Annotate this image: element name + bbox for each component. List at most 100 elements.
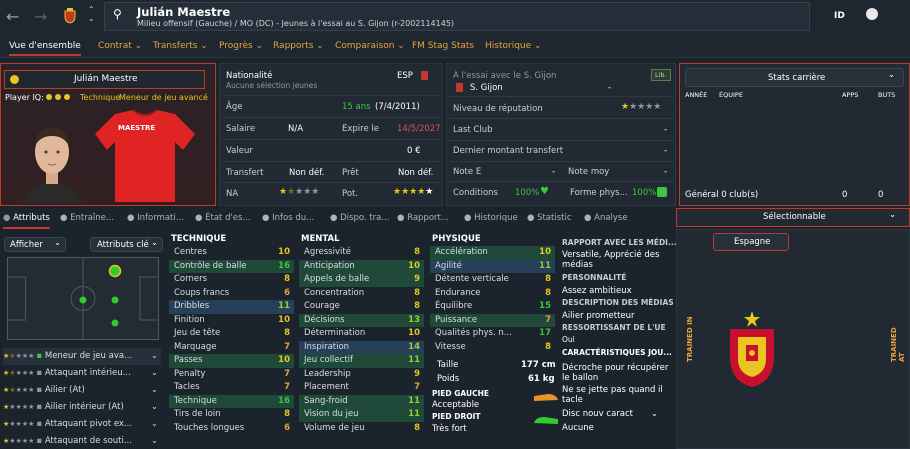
attribute-value: 13 — [408, 314, 420, 325]
roles-list: ★★★★★ ▪ Meneur de jeu ava... ⌄ ★★★★★ ▪ Atta… — [3, 348, 161, 449]
attribute-row[interactable]: Courage 8 — [299, 300, 424, 314]
attribute-name: Tacles — [174, 382, 200, 392]
attribute-row[interactable]: Anticipation 10 — [299, 259, 424, 273]
show-dropdown[interactable]: Afficher ⌄ — [4, 237, 66, 252]
attribute-row[interactable]: Volume de jeu 8 — [299, 422, 424, 436]
attribute-row[interactable]: Vision du jeu 11 — [299, 408, 424, 422]
attribute-row[interactable]: Placement 7 — [299, 381, 424, 395]
id-button[interactable]: ID — [834, 11, 845, 21]
attribute-row[interactable]: Jeu collectif 11 — [299, 354, 424, 368]
attribute-name: Placement — [304, 382, 349, 392]
attribute-value: 10 — [408, 328, 420, 338]
tab-information[interactable]: ● Informati... — [127, 213, 184, 223]
attribute-row[interactable]: Centres 10 — [169, 246, 294, 260]
list-item[interactable]: ★★★★★ ▪ Ailier intérieur (At) ⌄ — [3, 399, 161, 416]
tab-history[interactable]: ● Historique — [464, 213, 518, 223]
attribute-row[interactable]: Agressivité 8 — [299, 246, 424, 260]
attribute-row[interactable]: Inspiration 14 — [299, 340, 424, 354]
attribute-row[interactable]: Décisions 13 — [299, 313, 424, 327]
country-button[interactable]: Espagne — [713, 233, 789, 251]
salary-value: N/A — [288, 124, 304, 134]
attribute-row[interactable]: Qualités phys. n... 17 — [430, 327, 555, 341]
list-item[interactable]: ★★★★★ ▪ Ailier (At) ⌄ — [3, 382, 161, 399]
personality-value: Assez ambitieux — [562, 286, 632, 296]
right-foot-label: PIED DROIT — [432, 412, 481, 421]
attribute-row[interactable]: Appels de balle 9 — [299, 273, 424, 287]
chevron-down-icon[interactable]: ⌄ — [888, 70, 895, 80]
attribute-row[interactable]: Puissance 7 — [430, 313, 555, 327]
attribute-name: Détente verticale — [435, 274, 509, 284]
spain-crest-icon — [728, 311, 776, 387]
trait-dropdown[interactable]: Disc nouv caract ⌄ — [562, 409, 670, 419]
player-iq-label: Player IQ: — [5, 93, 44, 102]
trial-label: À l'essai avec le S. Gijon — [453, 71, 557, 81]
attribute-row[interactable]: Contrôle de balle 16 — [169, 259, 294, 273]
menu-transfers[interactable]: Transferts ⌄ — [153, 41, 208, 51]
selection-panel — [676, 229, 910, 449]
attribute-row[interactable]: Finition 10 — [169, 314, 294, 328]
career-total-label: Général 0 club(s) — [685, 190, 759, 200]
list-item[interactable]: ★★★★★ ▪ Attaquant intérieu... ⌄ — [3, 365, 161, 382]
list-item[interactable]: ★★★★★ ▪ Attaquant pivot ex... ⌄ — [3, 416, 161, 433]
list-item[interactable]: ★★★★★ ▪ Attaquant de souti... ⌄ — [3, 433, 161, 449]
menu-history[interactable]: Historique ⌄ — [485, 41, 542, 51]
forward-arrow-icon[interactable]: → — [34, 9, 47, 25]
tab-info-club[interactable]: ● Infos du... — [262, 213, 314, 223]
attribute-row[interactable]: Endurance 8 — [430, 287, 555, 301]
back-arrow-icon[interactable]: ← — [6, 9, 19, 25]
attribute-row[interactable]: Tirs de loin 8 — [169, 408, 294, 422]
club-crest-icon[interactable] — [64, 8, 76, 24]
attribute-row[interactable]: Agilité 11 — [430, 259, 555, 273]
traits-list[interactable]: Décroche pour récupérer le ballon Ne se … — [562, 356, 670, 440]
attribute-row[interactable]: Dribbles 11 — [169, 300, 294, 314]
menu-overview[interactable]: Vue d'ensemble — [9, 41, 81, 56]
tab-attributes[interactable]: ● Attributs — [3, 213, 50, 229]
attribute-row[interactable]: Vitesse 8 — [430, 341, 555, 355]
attribute-row[interactable]: Détente verticale 8 — [430, 273, 555, 287]
attribute-name: Penalty — [174, 368, 206, 379]
attribute-row[interactable]: Accélération 10 — [430, 246, 555, 260]
tab-statistics[interactable]: ● Statistic — [527, 213, 572, 223]
left-boot-icon — [534, 392, 558, 402]
last-club-value: - — [664, 125, 668, 135]
search-icon[interactable]: ⚲ — [113, 7, 122, 21]
tab-training[interactable]: ● Entraîne... — [60, 213, 114, 223]
attribute-row[interactable]: Marquage 7 — [169, 341, 294, 355]
reputation-stars-icon: ★★★★★ — [621, 102, 662, 112]
menu-comparison[interactable]: Comparaison ⌄ — [335, 41, 405, 51]
attribute-row[interactable]: Jeu de tête 8 — [169, 327, 294, 341]
tab-availability[interactable]: ● Dispo. tra... — [330, 213, 389, 223]
chevron-down-icon[interactable]: ⌄ — [889, 210, 896, 220]
attribute-value: 7 — [414, 382, 420, 392]
menu-contract[interactable]: Contrat ⌄ — [98, 41, 142, 51]
media-rapport-title: RAPPORT AVEC LES MÉDI... — [562, 238, 677, 247]
attribute-row[interactable]: Tacles 7 — [169, 381, 294, 395]
attribute-row[interactable]: Concentration 8 — [299, 287, 424, 301]
up-down-icon[interactable]: ⌃ ⌄ — [88, 5, 95, 23]
attribute-row[interactable]: Corners 8 — [169, 273, 294, 287]
attribute-name: Agilité — [435, 260, 462, 271]
menu-stag-stats[interactable]: FM Stag Stats — [412, 41, 474, 51]
attribute-row[interactable]: Touches longues 6 — [169, 422, 294, 436]
menu-progress[interactable]: Progrès ⌄ — [219, 41, 263, 51]
attribute-row[interactable]: Technique 16 — [169, 394, 294, 408]
attribute-value: 17 — [539, 328, 551, 338]
attribute-value: 10 — [278, 247, 290, 257]
tab-analysis[interactable]: ● Analyse — [584, 213, 628, 223]
tab-status[interactable]: ● État d'es... — [195, 213, 251, 223]
attribute-row[interactable]: Passes 10 — [169, 354, 294, 368]
attribute-row[interactable]: Équilibre 15 — [430, 300, 555, 314]
attribute-row[interactable]: Leadership 9 — [299, 368, 424, 382]
weight-value: 61 kg — [528, 374, 555, 384]
attribute-row[interactable]: Coups francs 6 — [169, 287, 294, 301]
height-label: Taille — [437, 360, 459, 370]
tab-reports[interactable]: ● Rapport... — [397, 213, 449, 223]
ca-stars-icon: ★★★★★ — [279, 187, 320, 197]
list-item[interactable]: ★★★★★ ▪ Meneur de jeu ava... ⌄ — [3, 348, 161, 365]
attribute-row[interactable]: Penalty 7 — [169, 368, 294, 382]
menu-reports[interactable]: Rapports ⌄ — [273, 41, 324, 51]
attribute-row[interactable]: Sang-froid 11 — [299, 394, 424, 408]
attribute-row[interactable]: Détermination 10 — [299, 327, 424, 341]
key-attributes-dropdown[interactable]: Attributs clé ⌄ — [90, 237, 163, 252]
football-icon[interactable] — [866, 8, 878, 20]
